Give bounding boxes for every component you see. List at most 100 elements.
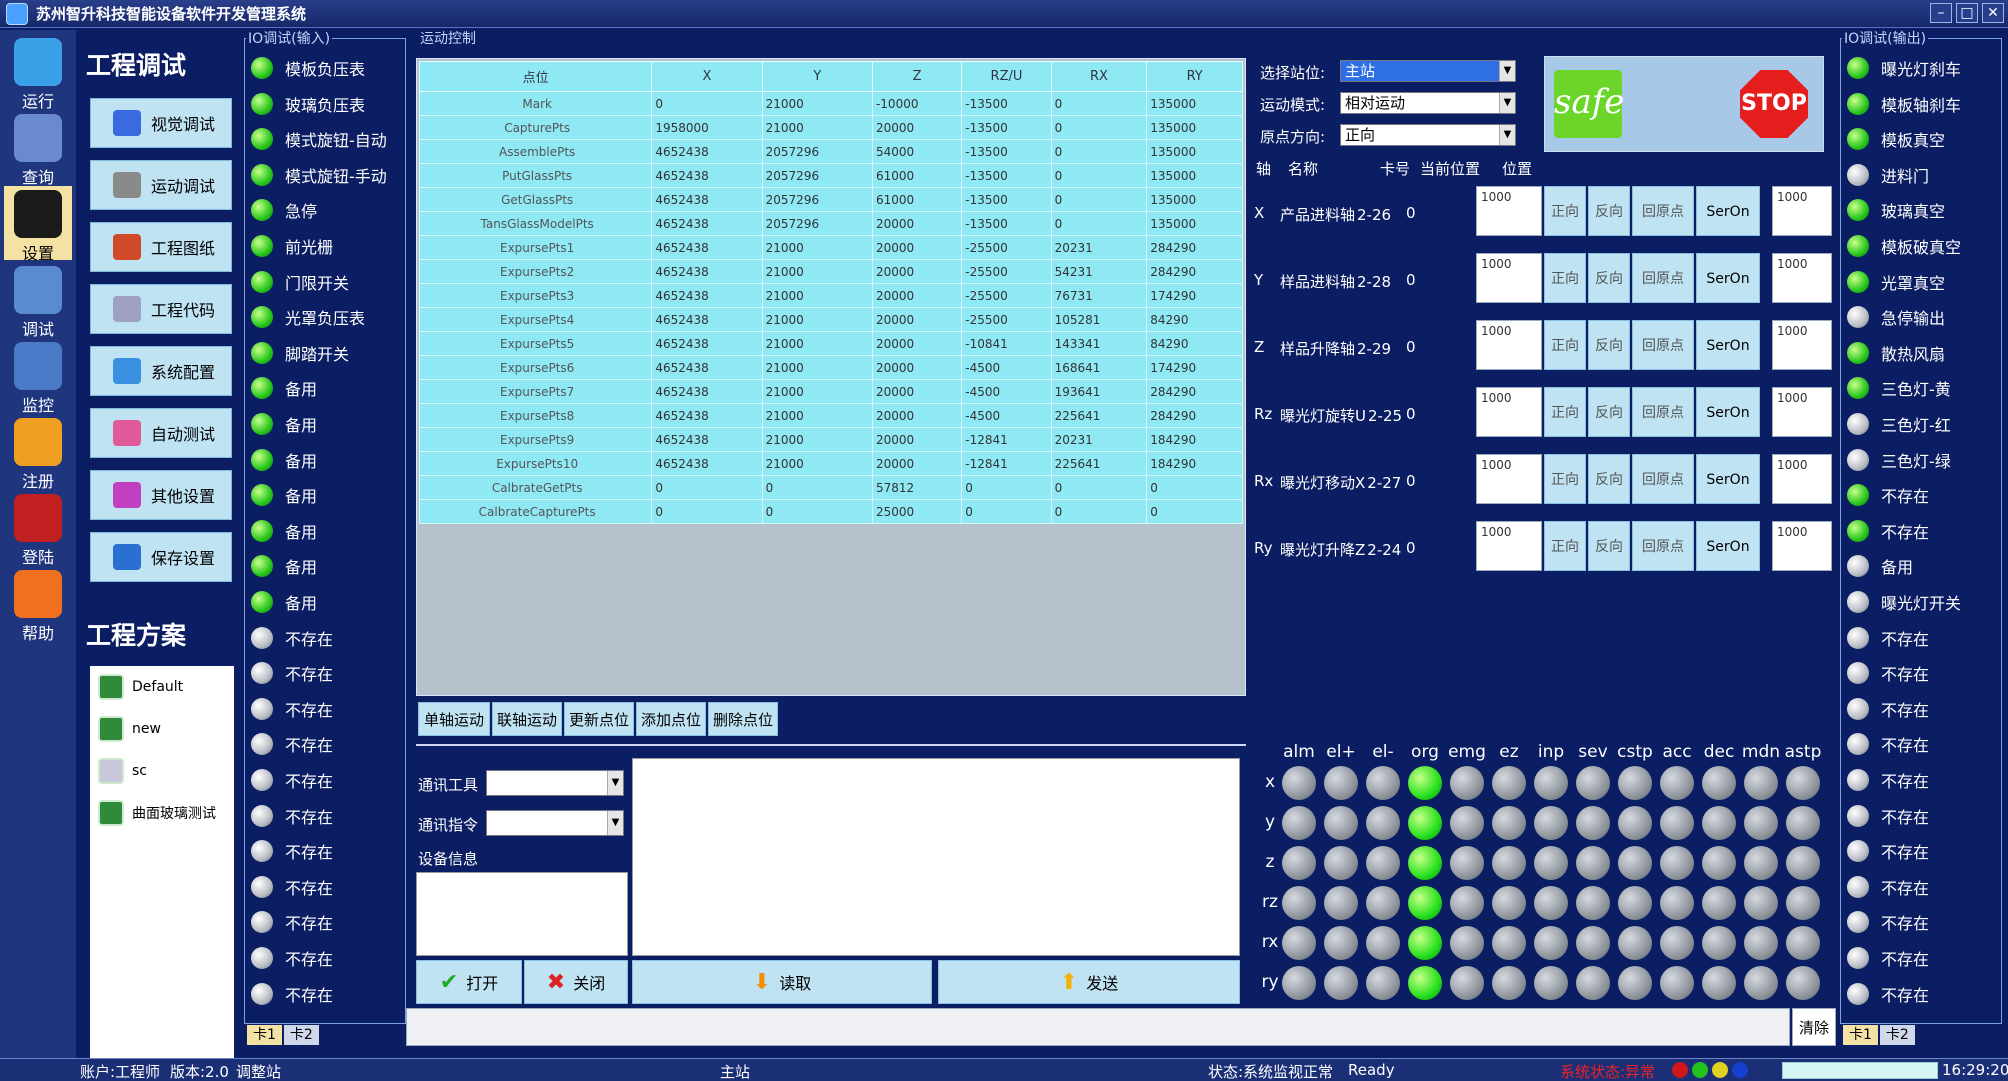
tool-button-2[interactable]: 工程图纸 — [90, 222, 232, 272]
home-button[interactable]: 回原点 — [1632, 454, 1694, 504]
io-row[interactable]: 模式旋钮-手动 — [251, 160, 387, 190]
tool-button-5[interactable]: 自动测试 — [90, 408, 232, 458]
io-row[interactable]: 不存在 — [1847, 658, 1929, 688]
io-row[interactable]: 备用 — [251, 587, 317, 617]
table-cell[interactable]: -13500 — [961, 91, 1052, 116]
tab-card-2[interactable]: 卡2 — [283, 1025, 319, 1045]
table-cell[interactable]: 21000 — [761, 403, 873, 428]
table-cell[interactable]: ExpursePts1 — [418, 235, 653, 260]
io-row[interactable]: 进料门 — [1847, 160, 1929, 190]
jog-forward-button[interactable]: 正向 — [1544, 320, 1586, 370]
table-cell[interactable]: -4500 — [961, 403, 1052, 428]
table-cell[interactable]: -10000 — [871, 91, 963, 116]
nav-item-3[interactable]: 调试 — [4, 262, 72, 339]
table-cell[interactable]: 0 — [1050, 139, 1148, 164]
table-cell[interactable]: -13500 — [961, 163, 1052, 188]
table-cell[interactable]: 21000 — [761, 235, 873, 260]
speed-input[interactable]: 1000 — [1476, 320, 1542, 370]
project-item[interactable]: Default — [98, 674, 183, 700]
table-cell[interactable]: 184290 — [1146, 451, 1243, 476]
table-cell[interactable]: PutGlassPts — [418, 163, 653, 188]
table-cell[interactable]: 20000 — [871, 307, 963, 332]
io-row[interactable]: 不存在 — [1847, 872, 1929, 902]
table-cell[interactable]: 21000 — [761, 307, 873, 332]
send-button[interactable]: ⬆ 发送 — [938, 960, 1240, 1004]
table-cell[interactable]: 4652438 — [651, 163, 763, 188]
io-row[interactable]: 不存在 — [1847, 516, 1929, 546]
servo-on-button[interactable]: SerOn — [1696, 454, 1760, 504]
speed-input[interactable]: 1000 — [1476, 253, 1542, 303]
io-row[interactable]: 不存在 — [1847, 943, 1929, 973]
jog-reverse-button[interactable]: 反向 — [1588, 387, 1630, 437]
close-button[interactable]: ✕ — [1982, 3, 2004, 23]
table-cell[interactable]: CalbrateGetPts — [418, 475, 653, 500]
tool-button-1[interactable]: 运动调试 — [90, 160, 232, 210]
table-cell[interactable]: 143341 — [1050, 331, 1148, 356]
table-row[interactable]: ExpursePts5 4652438 21000 20000 -10841 143341… — [418, 331, 1243, 356]
nav-item-1[interactable]: 查询 — [4, 110, 72, 187]
io-row[interactable]: 不存在 — [1847, 979, 1929, 1009]
io-row[interactable]: 模式旋钮-自动 — [251, 124, 387, 154]
servo-on-button[interactable]: SerOn — [1696, 521, 1760, 571]
action-button-2[interactable]: 更新点位 — [564, 702, 634, 736]
speed-input[interactable]: 1000 — [1476, 387, 1542, 437]
table-cell[interactable]: 21000 — [761, 115, 873, 140]
table-cell[interactable]: 0 — [1050, 475, 1148, 500]
table-cell[interactable]: TansGlassModelPts — [418, 211, 653, 236]
table-cell[interactable]: 284290 — [1146, 403, 1243, 428]
table-cell[interactable]: 21000 — [761, 427, 873, 452]
jog-forward-button[interactable]: 正向 — [1544, 387, 1586, 437]
table-cell[interactable]: 57812 — [871, 475, 963, 500]
table-cell[interactable]: 61000 — [871, 163, 963, 188]
table-cell[interactable]: 20000 — [871, 235, 963, 260]
table-cell[interactable]: 20231 — [1050, 427, 1148, 452]
io-row[interactable]: 前光栅 — [251, 231, 333, 261]
table-cell[interactable]: 4652438 — [651, 187, 763, 212]
column-header[interactable]: X — [651, 61, 763, 92]
table-cell[interactable]: 2057296 — [761, 163, 873, 188]
table-cell[interactable]: ExpursePts7 — [418, 379, 653, 404]
table-cell[interactable]: 20000 — [871, 115, 963, 140]
table-cell[interactable]: 0 — [1146, 475, 1243, 500]
table-cell[interactable]: 21000 — [761, 259, 873, 284]
tool-button-3[interactable]: 工程代码 — [90, 284, 232, 334]
table-cell[interactable]: 168641 — [1050, 355, 1148, 380]
jog-forward-button[interactable]: 正向 — [1544, 253, 1586, 303]
jog-reverse-button[interactable]: 反向 — [1588, 454, 1630, 504]
io-row[interactable]: 备用 — [251, 516, 317, 546]
io-row[interactable]: 光罩真空 — [1847, 267, 1945, 297]
table-cell[interactable]: 284290 — [1146, 379, 1243, 404]
table-cell[interactable]: 21000 — [761, 451, 873, 476]
table-cell[interactable]: CapturePts — [418, 115, 653, 140]
table-cell[interactable]: 135000 — [1146, 187, 1243, 212]
project-item[interactable]: 曲面玻璃测试 — [98, 800, 216, 826]
table-cell[interactable]: 0 — [1050, 163, 1148, 188]
table-cell[interactable]: -4500 — [961, 379, 1052, 404]
table-row[interactable]: CapturePts 1958000 21000 20000 -13500 0 135000 — [418, 115, 1243, 140]
table-cell[interactable]: 4652438 — [651, 355, 763, 380]
table-row[interactable]: ExpursePts3 4652438 21000 20000 -25500 76731 1… — [418, 283, 1243, 308]
table-cell[interactable]: 4652438 — [651, 307, 763, 332]
table-cell[interactable]: 2057296 — [761, 211, 873, 236]
table-cell[interactable]: 20000 — [871, 283, 963, 308]
table-cell[interactable]: 21000 — [761, 91, 873, 116]
table-cell[interactable]: 4652438 — [651, 331, 763, 356]
io-row[interactable]: 不存在 — [1847, 801, 1929, 831]
table-cell[interactable]: ExpursePts6 — [418, 355, 653, 380]
table-cell[interactable]: 225641 — [1050, 403, 1148, 428]
table-cell[interactable]: 135000 — [1146, 115, 1243, 140]
table-row[interactable]: TansGlassModelPts 4652438 2057296 20000 -135… — [418, 211, 1243, 236]
table-cell[interactable]: ExpursePts10 — [418, 451, 653, 476]
table-cell[interactable]: 20000 — [871, 379, 963, 404]
io-row[interactable]: 急停 — [251, 195, 317, 225]
action-button-4[interactable]: 删除点位 — [708, 702, 778, 736]
table-row[interactable]: ExpursePts4 4652438 21000 20000 -25500 105281… — [418, 307, 1243, 332]
table-cell[interactable]: ExpursePts5 — [418, 331, 653, 356]
table-cell[interactable]: -25500 — [961, 283, 1052, 308]
table-cell[interactable]: 2057296 — [761, 187, 873, 212]
table-cell[interactable]: 20000 — [871, 427, 963, 452]
io-row[interactable]: 不存在 — [251, 658, 333, 688]
table-cell[interactable]: 21000 — [761, 355, 873, 380]
table-cell[interactable]: 0 — [961, 499, 1052, 524]
table-cell[interactable]: 0 — [651, 91, 763, 116]
